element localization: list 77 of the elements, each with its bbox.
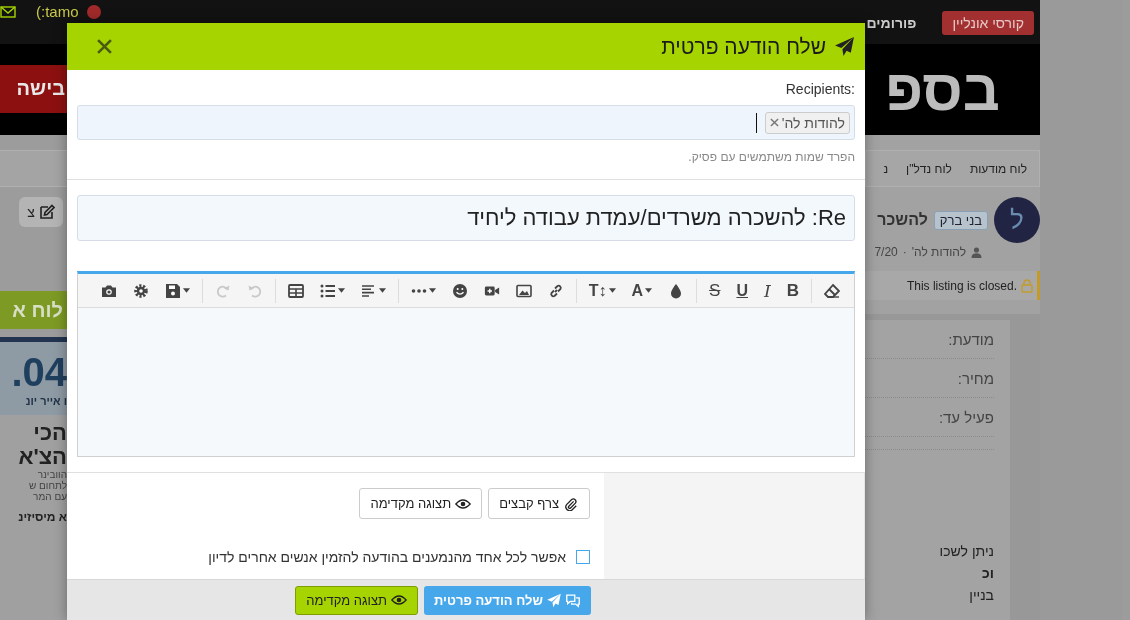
nav-button[interactable]: קורסי אונליין xyxy=(942,11,1034,35)
board-heading: לוח א xyxy=(0,291,67,329)
color-button[interactable]: A xyxy=(623,278,661,303)
caret-icon xyxy=(337,288,345,293)
ad-date: ו אייר יונ xyxy=(25,395,67,407)
preview-button[interactable]: תצוגה מקדימה xyxy=(295,585,419,615)
site-logo[interactable]: בספ xyxy=(865,44,1040,135)
settings-icon xyxy=(132,282,149,299)
checkbox[interactable] xyxy=(576,550,590,564)
listing-title: להשכר xyxy=(877,211,928,229)
list-icon xyxy=(319,282,336,299)
ad-number: .04 xyxy=(11,350,67,395)
attach-files-button[interactable]: צרף קבצים xyxy=(488,488,590,519)
recipient-token[interactable]: להודות לה' xyxy=(764,111,850,134)
meta-separator: · xyxy=(902,245,907,259)
description-text: בניין xyxy=(968,586,994,605)
caret-icon xyxy=(182,288,190,293)
text-cursor xyxy=(755,112,757,133)
field-label: מחיר: xyxy=(957,369,994,387)
post-date: 7/20 xyxy=(874,245,898,259)
field-label: מודעת: xyxy=(948,330,994,348)
edit-button[interactable]: צ xyxy=(19,197,63,227)
remove-icon[interactable] xyxy=(769,118,779,127)
field-hint: הפרד שמות משתמשים עם פסיק. xyxy=(687,150,855,164)
checkbox-label: אפשר לכל אחד מהנמענים בהודעה להזמין אנשים אחרים לדיון xyxy=(208,549,566,565)
user-icon xyxy=(971,246,982,258)
paper-plane-icon xyxy=(546,592,562,608)
speech-bubbles-icon xyxy=(565,592,581,608)
ad-text: עם המר xyxy=(32,491,67,503)
dialog-title: שלח הודעה פרטית xyxy=(660,34,826,59)
link-icon xyxy=(547,282,564,299)
pencil-icon xyxy=(39,204,55,220)
eraser-icon xyxy=(824,282,840,299)
description-text: ניתן לשכו xyxy=(938,542,994,561)
eye-icon xyxy=(391,593,408,607)
paperclip-icon xyxy=(563,496,579,511)
underline-button[interactable]: U xyxy=(728,278,756,303)
ad-text: הוובינר xyxy=(36,469,67,481)
description-text: וכ xyxy=(981,564,994,583)
recipients-label: Recipients: xyxy=(785,81,855,97)
recipients-field[interactable]: להודות לה' xyxy=(77,105,855,140)
avatar[interactable]: ל xyxy=(994,197,1040,243)
strike-button[interactable]: S xyxy=(701,278,729,303)
location-tag[interactable]: בני ברק xyxy=(933,210,988,230)
envelope-icon[interactable] xyxy=(0,5,16,18)
bold-button[interactable]: B xyxy=(778,278,807,303)
italic-button[interactable]: I xyxy=(756,278,779,303)
caret-icon xyxy=(608,288,616,293)
breadcrumb-link[interactable]: נ xyxy=(883,161,889,176)
smiley-icon xyxy=(451,282,468,299)
notice-text: This listing is closed. xyxy=(906,278,1017,293)
paper-plane-icon xyxy=(834,36,855,57)
breadcrumb-link[interactable]: לוח מודעות xyxy=(969,161,1027,176)
preview-button[interactable]: תצוגה מקדימה xyxy=(359,488,483,519)
align-icon xyxy=(360,282,377,299)
author-link[interactable]: להודות לה' xyxy=(911,245,966,259)
image-icon xyxy=(515,282,532,299)
ad-text: לתחום ש xyxy=(27,480,67,492)
notification-dot xyxy=(86,4,101,19)
nav-link[interactable]: פורומים xyxy=(866,15,917,31)
close-icon[interactable] xyxy=(97,39,112,54)
lock-icon xyxy=(1021,278,1033,293)
username-link[interactable]: (:tamo xyxy=(36,3,79,20)
eye-icon xyxy=(455,496,472,511)
size-button[interactable]: T↕ xyxy=(580,278,624,303)
subject-field[interactable]: Re: להשכרה משרדים/עמדת עבודה ליחיד xyxy=(77,195,855,241)
caret-icon xyxy=(428,288,436,293)
caret-icon xyxy=(378,288,386,293)
breadcrumb-link[interactable]: לוח נדל"ן xyxy=(906,161,952,176)
caret-icon xyxy=(645,288,653,293)
ad-headline: הכי xyxy=(32,421,67,446)
table-icon xyxy=(287,282,304,299)
field-label: פעיל עד: xyxy=(938,408,994,426)
more-icon xyxy=(410,288,427,293)
ad-footer-text: א מיסיזינ xyxy=(17,510,67,525)
banner-text: בישה xyxy=(16,77,66,100)
ad-headline: הצ'א xyxy=(17,445,67,470)
